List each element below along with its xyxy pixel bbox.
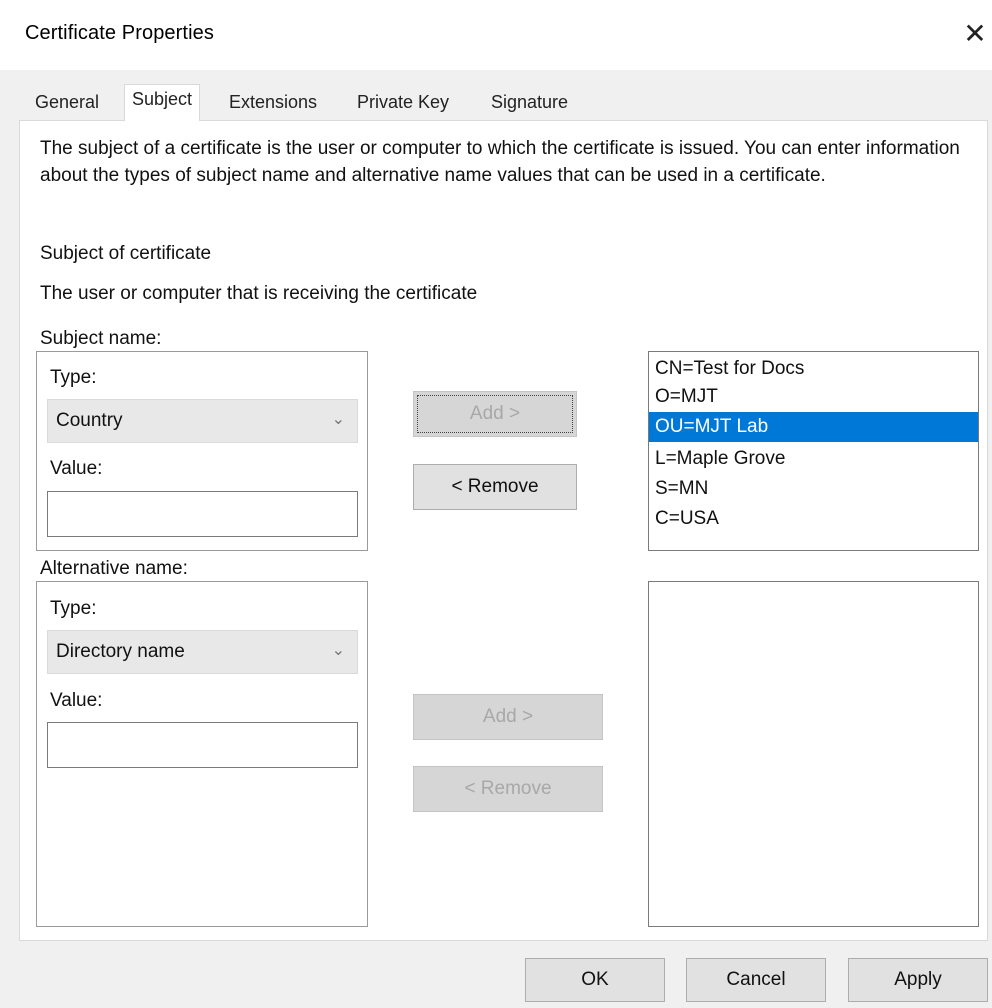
subject-add-button[interactable]: Add > (413, 391, 577, 437)
tab-signature[interactable]: Signature (491, 92, 568, 120)
alternative-type-label: Type: (50, 598, 97, 619)
tab-subject[interactable]: Subject (124, 84, 201, 121)
subject-remove-button[interactable]: < Remove (413, 464, 577, 510)
focus-rectangle (417, 395, 573, 433)
subject-name-label: Subject name: (40, 328, 162, 349)
alternative-remove-button[interactable]: < Remove (413, 766, 603, 812)
alternative-add-button[interactable]: Add > (413, 694, 603, 740)
subject-name-list[interactable]: CN=Test for Docs O=MJT OU=MJT Lab L=Mapl… (648, 351, 979, 551)
list-item[interactable]: CN=Test for Docs (649, 354, 978, 384)
alternative-type-dropdown[interactable]: Directory name ⌄ (47, 630, 358, 674)
subject-heading: Subject of certificate (40, 243, 212, 264)
alternative-value-input[interactable] (47, 722, 358, 768)
alternative-type-value: Directory name (56, 641, 185, 662)
alternative-name-label: Alternative name: (40, 558, 188, 579)
cancel-button[interactable]: Cancel (686, 958, 826, 1002)
subject-type-dropdown[interactable]: Country ⌄ (47, 399, 358, 443)
list-item[interactable]: L=Maple Grove (649, 444, 978, 474)
ok-button[interactable]: OK (525, 958, 665, 1002)
list-item[interactable]: C=USA (649, 504, 978, 534)
list-item[interactable]: S=MN (649, 474, 978, 504)
chevron-down-icon: ⌄ (331, 411, 345, 428)
tab-private-key[interactable]: Private Key (357, 92, 449, 120)
chevron-down-icon: ⌄ (331, 642, 345, 659)
alternative-name-list[interactable] (648, 581, 979, 927)
subject-type-value: Country (56, 410, 123, 431)
list-item-selected[interactable]: OU=MJT Lab (649, 412, 978, 442)
description-text: The subject of a certificate is the user… (40, 138, 960, 186)
subject-value-input[interactable] (47, 491, 358, 537)
list-item[interactable]: O=MJT (649, 382, 978, 412)
window-title: Certificate Properties (25, 22, 214, 44)
alternative-value-label: Value: (50, 690, 103, 711)
title-bar: Certificate Properties ✕ (0, 0, 992, 70)
subject-subheading: The user or computer that is receiving t… (40, 283, 478, 304)
subject-value-label: Value: (50, 458, 103, 479)
subject-type-label: Type: (50, 367, 97, 388)
close-icon[interactable]: ✕ (958, 17, 992, 51)
tab-general[interactable]: General (35, 92, 99, 120)
tab-extensions[interactable]: Extensions (229, 92, 317, 120)
apply-button[interactable]: Apply (848, 958, 988, 1002)
